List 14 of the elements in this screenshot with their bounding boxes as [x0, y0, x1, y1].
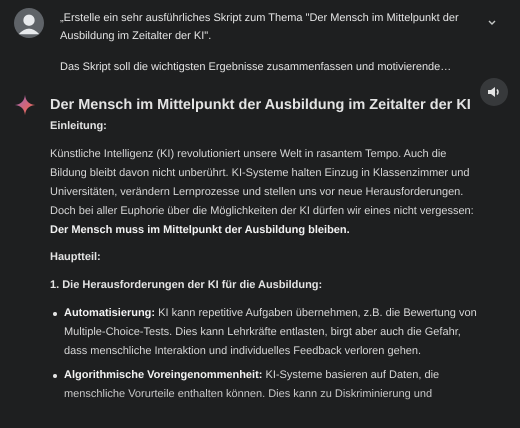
response-title: Der Mensch im Mittelpunkt der Ausbildung im Zeitalter der KI — [50, 96, 472, 115]
avatar-icon — [14, 8, 44, 38]
paragraph: Künstliche Intelligenz (KI) revolutioniert unsere Welt in rasantem Tempo. Auch die Bildung bleibt davon nicht unberührt. KI-Systeme halten Einzug in Klassenzimmer und Universitäten, verändern Lernprozesse und stellen uns vor neue Herausforderungen. Doch bei aller Euphorie über die Möglichkeiten der KI dürfen wir eines nicht vergessen: Der Mensch muss im Mittelpunkt der Ausbildung bleiben. — [50, 147, 475, 238]
read-aloud-button[interactable] — [480, 78, 508, 106]
prompt-text: Das Skript soll die wichtigsten Ergebnisse zusammenfassen und motivierende… — [60, 60, 452, 75]
bullet-icon — [53, 312, 57, 316]
bullet-icon — [53, 374, 57, 378]
section-heading: Hauptteil: — [50, 250, 102, 265]
section-heading: Einleitung: — [50, 119, 108, 134]
bullet-text: Automatisierung: KI kann repetitive Aufgaben übernehmen, z.B. die Bewertung von Multiple-Choice-Tests. Dies kann Lehrkräfte entlasten, birgt aber auch die Gefahr, dass menschliche Interaktion und individuelles Feedback verloren gehen. — [64, 306, 478, 359]
section-heading: 1. Die Herausforderungen der KI für die Ausbildung: — [50, 278, 324, 293]
prompt-text: „Erstelle ein sehr ausführliches Skript zum Thema "Der Mensch im Mittelpunkt der Ausbildung im Zeitalter der KI". — [60, 11, 460, 44]
sparkle-icon — [14, 94, 36, 116]
bullet-text: Algorithmische Voreingenommenheit: KI-Systeme basieren auf Daten, die menschliche Vorurteile enthalten können. Dies kann zu Diskriminierung und — [64, 368, 440, 402]
